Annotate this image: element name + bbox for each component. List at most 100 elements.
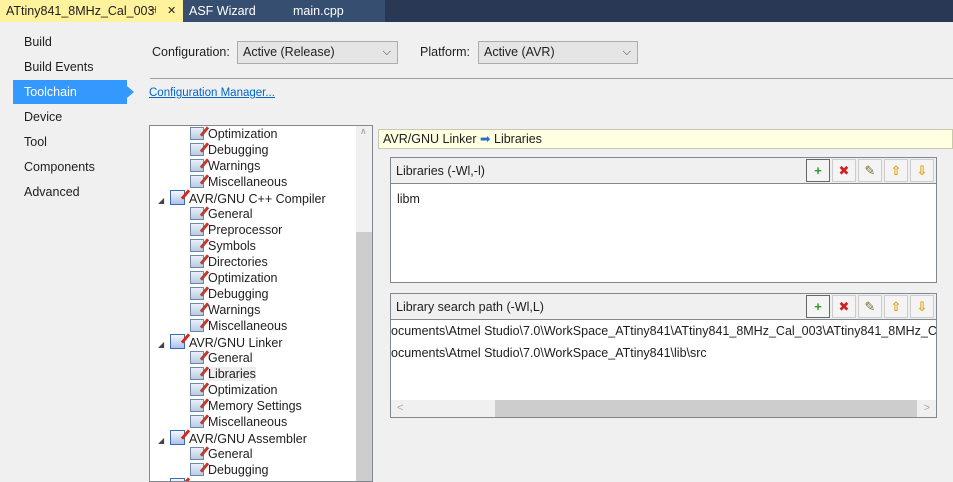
- delete-item-icon: ✖: [838, 298, 850, 314]
- move-up-button[interactable]: ⇧: [884, 159, 908, 182]
- expander-icon[interactable]: ◢: [158, 193, 170, 209]
- tab-project-properties[interactable]: ATtiny841_8MHz_Cal_003 ⊣ ✕: [0, 0, 183, 22]
- delete-item-button[interactable]: ✖: [832, 159, 856, 182]
- tree-item[interactable]: ◢ AVR/GNU Linker: [158, 334, 283, 350]
- move-up-icon: ⇧: [890, 162, 902, 178]
- tree-item-label: Symbols: [208, 239, 256, 253]
- tree-item[interactable]: Optimization: [190, 382, 277, 398]
- libraries-list[interactable]: libm: [391, 184, 936, 210]
- document-tab-bar: ATtiny841_8MHz_Cal_003 ⊣ ✕ ASF Wizard ma…: [0, 0, 953, 22]
- libraries-toolbar: + ✖ ✎ ⇧ ⇩: [806, 159, 934, 182]
- tree-item[interactable]: General: [190, 350, 252, 366]
- tree-item[interactable]: Debugging: [190, 142, 268, 158]
- property-page-icon: [190, 143, 204, 156]
- nav-build[interactable]: Build: [13, 30, 127, 54]
- tree-item[interactable]: Debugging: [190, 462, 268, 478]
- tree-item-label: Optimization: [208, 127, 278, 141]
- tree-item[interactable]: Memory Settings: [190, 398, 302, 414]
- tree-item-label: Miscellaneous: [208, 415, 288, 429]
- list-item[interactable]: ocuments\Atmel Studio\7.0\WorkSpace_ATti…: [391, 320, 936, 342]
- pin-icon[interactable]: ⊣: [148, 0, 157, 22]
- nav-build-events[interactable]: Build Events: [13, 55, 127, 79]
- property-page-icon: [190, 255, 204, 268]
- tree-item[interactable]: Miscellaneous: [190, 174, 287, 190]
- expander-icon[interactable]: ◢: [158, 433, 170, 449]
- tab-asf-wizard[interactable]: ASF Wizard: [183, 0, 278, 22]
- nav-components[interactable]: Components: [13, 155, 127, 179]
- tree-item-label: General: [208, 207, 253, 221]
- tab-label: main.cpp: [293, 4, 344, 18]
- nav-toolchain[interactable]: Toolchain: [13, 80, 127, 104]
- scrollbar-thumb[interactable]: [356, 232, 372, 481]
- tree-item-label: Miscellaneous: [208, 175, 288, 189]
- tree-item[interactable]: Preprocessor: [190, 222, 282, 238]
- move-up-button[interactable]: ⇧: [884, 295, 908, 318]
- tree-item[interactable]: Miscellaneous: [190, 414, 287, 430]
- edit-item-button[interactable]: ✎: [858, 159, 882, 182]
- configuration-manager-link[interactable]: Configuration Manager...: [149, 87, 275, 99]
- nav-tool[interactable]: Tool: [13, 130, 127, 154]
- configuration-select[interactable]: Active (Release) ⌵: [237, 41, 398, 64]
- libraries-panel: Libraries (-Wl,-l) + ✖ ✎ ⇧ ⇩ libm: [390, 157, 937, 283]
- tab-main-cpp[interactable]: main.cpp: [278, 0, 385, 22]
- tree-item[interactable]: General: [190, 206, 252, 222]
- property-page-icon: [170, 478, 185, 481]
- close-icon[interactable]: ✕: [167, 0, 176, 22]
- nav-device[interactable]: Device: [13, 105, 127, 129]
- add-item-button[interactable]: +: [806, 295, 830, 318]
- move-up-icon: ⇧: [890, 298, 902, 314]
- property-page-icon: [190, 367, 204, 380]
- tree-item[interactable]: Optimization: [190, 270, 277, 286]
- search-path-list[interactable]: ocuments\Atmel Studio\7.0\WorkSpace_ATti…: [391, 320, 936, 364]
- tree-item[interactable]: ◢ AVR/GNU Assembler: [158, 430, 307, 446]
- platform-label: Platform:: [420, 45, 471, 59]
- tree-item[interactable]: Directories: [190, 254, 268, 270]
- tree-item-label: AVR/GNU Linker: [189, 336, 283, 350]
- property-page-icon: [190, 415, 204, 428]
- tree-item[interactable]: ◢ AVR/GNU C++ Compiler: [158, 190, 326, 206]
- move-down-button[interactable]: ⇩: [910, 159, 934, 182]
- tree-item[interactable]: General: [190, 446, 252, 462]
- add-item-icon: +: [814, 298, 822, 314]
- tree-item-label: Directories: [208, 255, 268, 269]
- add-item-button[interactable]: +: [806, 159, 830, 182]
- delete-item-button[interactable]: ✖: [832, 295, 856, 318]
- toolchain-tree: Optimization Debugging Warnings Miscellaneo…: [149, 125, 373, 482]
- list-item[interactable]: libm: [391, 188, 936, 210]
- tree-item-label: Optimization: [208, 383, 278, 397]
- expander-icon[interactable]: ◢: [158, 337, 170, 353]
- edit-item-button[interactable]: ✎: [858, 295, 882, 318]
- move-down-button[interactable]: ⇩: [910, 295, 934, 318]
- property-page-icon: [190, 127, 204, 140]
- tree-scrollbar[interactable]: ∧: [356, 126, 372, 481]
- tree-item[interactable]: Warnings: [190, 158, 260, 174]
- scroll-up-icon[interactable]: ∧: [360, 126, 367, 137]
- scroll-left-icon[interactable]: <: [397, 400, 403, 417]
- tree-item-label: Preprocessor: [208, 223, 283, 237]
- tree-item-label: Memory Settings: [208, 399, 302, 413]
- horizontal-scrollbar[interactable]: < >: [391, 400, 936, 417]
- tree-item-label: AVR/GNU Assembler: [189, 432, 307, 446]
- tree-item[interactable]: Libraries: [190, 366, 256, 382]
- property-page-icon: [170, 430, 185, 445]
- platform-select[interactable]: Active (AVR) ⌵: [478, 41, 638, 64]
- list-item[interactable]: ocuments\Atmel Studio\7.0\WorkSpace_ATti…: [391, 342, 936, 364]
- tree-item[interactable]: Debugging: [190, 286, 268, 302]
- chevron-down-icon: ⌵: [382, 46, 391, 58]
- arrow-right-icon: ➡: [480, 132, 491, 146]
- configuration-value: Active (Release): [243, 45, 335, 59]
- tree-item[interactable]: Symbols: [190, 238, 256, 254]
- tree-item[interactable]: Miscellaneous: [190, 318, 287, 334]
- configuration-label: Configuration:: [152, 45, 230, 59]
- nav-advanced[interactable]: Advanced: [13, 180, 127, 204]
- tab-label: ATtiny841_8MHz_Cal_003: [6, 4, 155, 18]
- tree-item[interactable]: Optimization: [190, 126, 277, 142]
- tree-item-label: Optimization: [208, 271, 278, 285]
- move-down-icon: ⇩: [916, 162, 928, 178]
- tree-item[interactable]: Warnings: [190, 302, 260, 318]
- scrollbar-thumb[interactable]: [495, 400, 917, 417]
- tree-item[interactable]: ◢AVR/GNU Archiver: [158, 478, 294, 481]
- scroll-right-icon[interactable]: >: [924, 400, 930, 417]
- platform-value: Active (AVR): [484, 45, 555, 59]
- separator: [150, 78, 953, 79]
